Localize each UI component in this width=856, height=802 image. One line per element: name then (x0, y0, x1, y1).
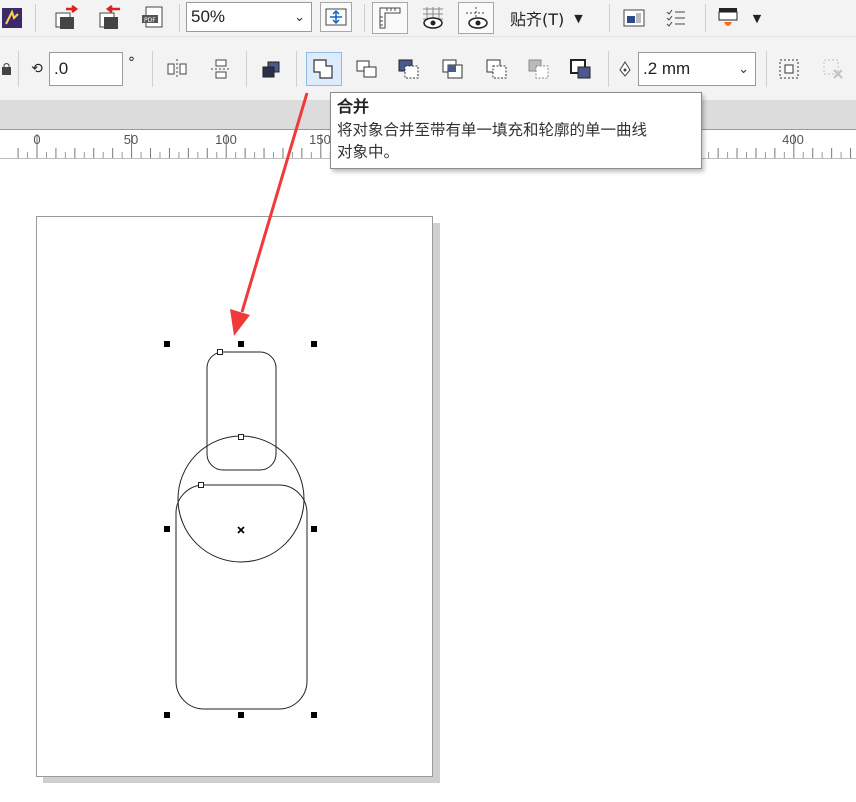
outline-width-select[interactable]: .2 mm ⌄ (638, 52, 756, 86)
simplify-button[interactable] (482, 54, 512, 84)
intersect-button[interactable] (438, 54, 468, 84)
full-screen-preview-icon[interactable] (320, 2, 352, 32)
lock-icon[interactable] (0, 57, 14, 81)
document-page[interactable] (36, 216, 433, 777)
tooltip-description-line2: 对象中。 (337, 143, 400, 161)
group-objects-icon[interactable] (256, 54, 286, 84)
mirror-vertical-icon[interactable] (206, 54, 236, 84)
snap-label: 贴齐(T) (510, 10, 565, 29)
export-icon[interactable] (94, 3, 126, 33)
ruler-label-150: 150 (309, 132, 331, 147)
chevron-down-icon: ⌄ (294, 9, 305, 24)
front-minus-back-button[interactable] (524, 54, 554, 84)
property-bar: ⟲ .0 ° .2 mm ⌄ (0, 37, 856, 100)
ruler-label-100: 100 (215, 132, 237, 147)
show-rulers-icon[interactable] (372, 2, 408, 34)
degree-unit: ° (128, 55, 135, 71)
tooltip-description-line1: 将对象合并至带有单一填充和轮廓的单一曲线 (337, 121, 648, 139)
rotation-value: .0 (54, 59, 69, 78)
pen-nib-icon (616, 57, 634, 81)
welcome-screen-icon[interactable] (618, 3, 650, 33)
combine-tooltip: 合并 将对象合并至带有单一填充和轮廓的单一曲线 对象中。 (330, 92, 702, 169)
trim-button[interactable] (394, 54, 424, 84)
import-icon[interactable] (50, 3, 82, 33)
snap-guides-icon[interactable] (458, 2, 494, 34)
create-boundary-icon[interactable] (774, 54, 804, 84)
ruler-label-0: 0 (33, 132, 41, 147)
caret-down-icon: ▼ (574, 11, 583, 25)
standard-toolbar: PDF 50% ⌄ 贴齐(T) ▼ ▼ (0, 0, 856, 37)
tooltip-title: 合并 (337, 97, 370, 116)
options-icon[interactable] (660, 3, 692, 33)
ruler-label-400: 400 (782, 132, 804, 147)
rotate-icon: ⟲ (31, 61, 43, 77)
zoom-value: 50% (191, 7, 226, 26)
outline-width-value: .2 mm (643, 59, 691, 78)
zoom-select[interactable]: 50% ⌄ (186, 2, 312, 32)
snap-to-menu[interactable]: 贴齐(T) ▼ (510, 3, 583, 33)
rotation-angle-input[interactable]: .0 (49, 52, 123, 86)
combine-button[interactable] (306, 52, 342, 86)
clear-transformations-icon[interactable] (818, 54, 848, 84)
mirror-horizontal-icon[interactable] (162, 54, 192, 84)
weld-button[interactable] (352, 54, 382, 84)
chevron-down-icon: ⌄ (738, 61, 749, 76)
caret-down-icon[interactable]: ▼ (746, 6, 768, 30)
publish-pdf-icon[interactable]: PDF (138, 3, 170, 33)
svg-text:PDF: PDF (144, 17, 156, 24)
back-minus-front-button[interactable] (566, 54, 596, 84)
app-launch-icon[interactable] (0, 4, 26, 32)
display-mode-icon[interactable] (416, 2, 450, 34)
color-palette-icon[interactable] (712, 3, 744, 33)
ruler-label-50: 50 (123, 132, 139, 147)
